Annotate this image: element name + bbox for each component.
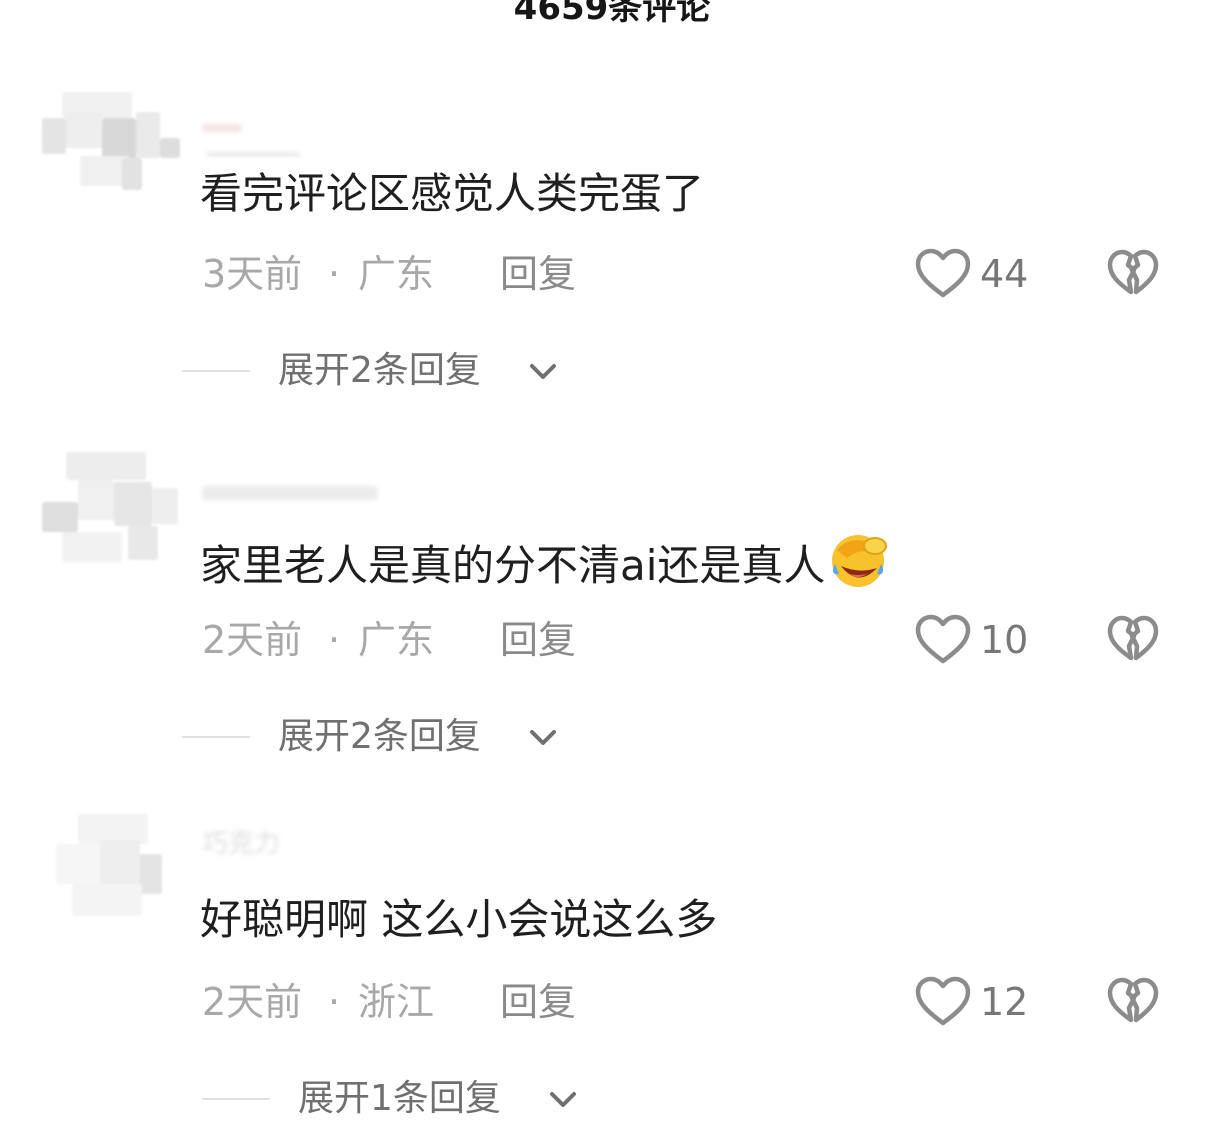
avatar[interactable] — [42, 88, 182, 198]
reply-button[interactable]: 回复 — [500, 614, 576, 666]
username-redacted[interactable] — [202, 124, 242, 132]
expand-divider — [202, 1098, 270, 1100]
expand-replies-button[interactable]: 展开1条回复 — [202, 1074, 602, 1124]
expand-divider — [182, 736, 250, 738]
expand-replies-label: 展开2条回复 — [278, 350, 481, 391]
avatar[interactable] — [42, 452, 182, 562]
username[interactable]: 巧克力 — [202, 830, 392, 858]
comment-text: 好聪明啊 这么小会说这么多 — [200, 895, 718, 944]
like-count: 10 — [980, 618, 1029, 662]
heart-outline-icon — [915, 248, 971, 298]
expand-replies-label: 展开1条回复 — [298, 1078, 501, 1119]
like-count: 44 — [980, 252, 1029, 296]
comment-text: 看完评论区感觉人类完蛋了 — [200, 169, 705, 218]
expand-divider — [182, 370, 250, 372]
chevron-down-icon — [530, 730, 556, 745]
meta-separator: · — [328, 980, 341, 1024]
avatar[interactable] — [42, 814, 182, 924]
dislike-button[interactable] — [1106, 976, 1160, 1028]
broken-heart-icon — [1107, 615, 1159, 661]
comment-text: 家里老人是真的分不清ai还是真人 — [200, 528, 889, 594]
expand-replies-button[interactable]: 展开2条回复 — [182, 346, 582, 396]
comment-time: 3天前 — [202, 252, 303, 296]
like-count: 12 — [980, 980, 1029, 1024]
reply-button[interactable]: 回复 — [500, 248, 576, 300]
heart-outline-icon — [915, 976, 971, 1026]
comment-region: 浙江 — [358, 980, 435, 1024]
expand-replies-label: 展开2条回复 — [278, 716, 481, 757]
chevron-down-icon — [550, 1092, 576, 1107]
comment-text-content: 家里老人是真的分不清ai还是真人 — [200, 541, 826, 590]
comment-region: 广东 — [358, 252, 435, 296]
broken-heart-icon — [1107, 249, 1159, 295]
laughing-crying-facepalm-icon — [832, 535, 888, 587]
reply-button[interactable]: 回复 — [500, 976, 576, 1028]
meta-separator: · — [328, 252, 341, 296]
dislike-button[interactable] — [1106, 614, 1160, 666]
dislike-button[interactable] — [1106, 248, 1160, 300]
meta-separator: · — [328, 618, 341, 662]
comment-time: 2天前 — [202, 980, 303, 1024]
comment-meta: 3天前 · 广东 回复 44 — [202, 248, 1182, 300]
comment-time: 2天前 — [202, 618, 303, 662]
comment-meta: 2天前 · 浙江 回复 12 — [202, 976, 1182, 1028]
comment-region: 广东 — [358, 618, 435, 662]
expand-replies-button[interactable]: 展开2条回复 — [182, 712, 582, 762]
broken-heart-icon — [1107, 977, 1159, 1023]
heart-outline-icon — [915, 614, 971, 664]
username-redacted-underline — [206, 152, 300, 156]
username-redacted[interactable] — [202, 486, 378, 500]
chevron-down-icon — [530, 364, 556, 379]
comment-meta: 2天前 · 广东 回复 10 — [202, 614, 1182, 666]
comments-count-title: 4659条评论 — [513, 0, 711, 28]
